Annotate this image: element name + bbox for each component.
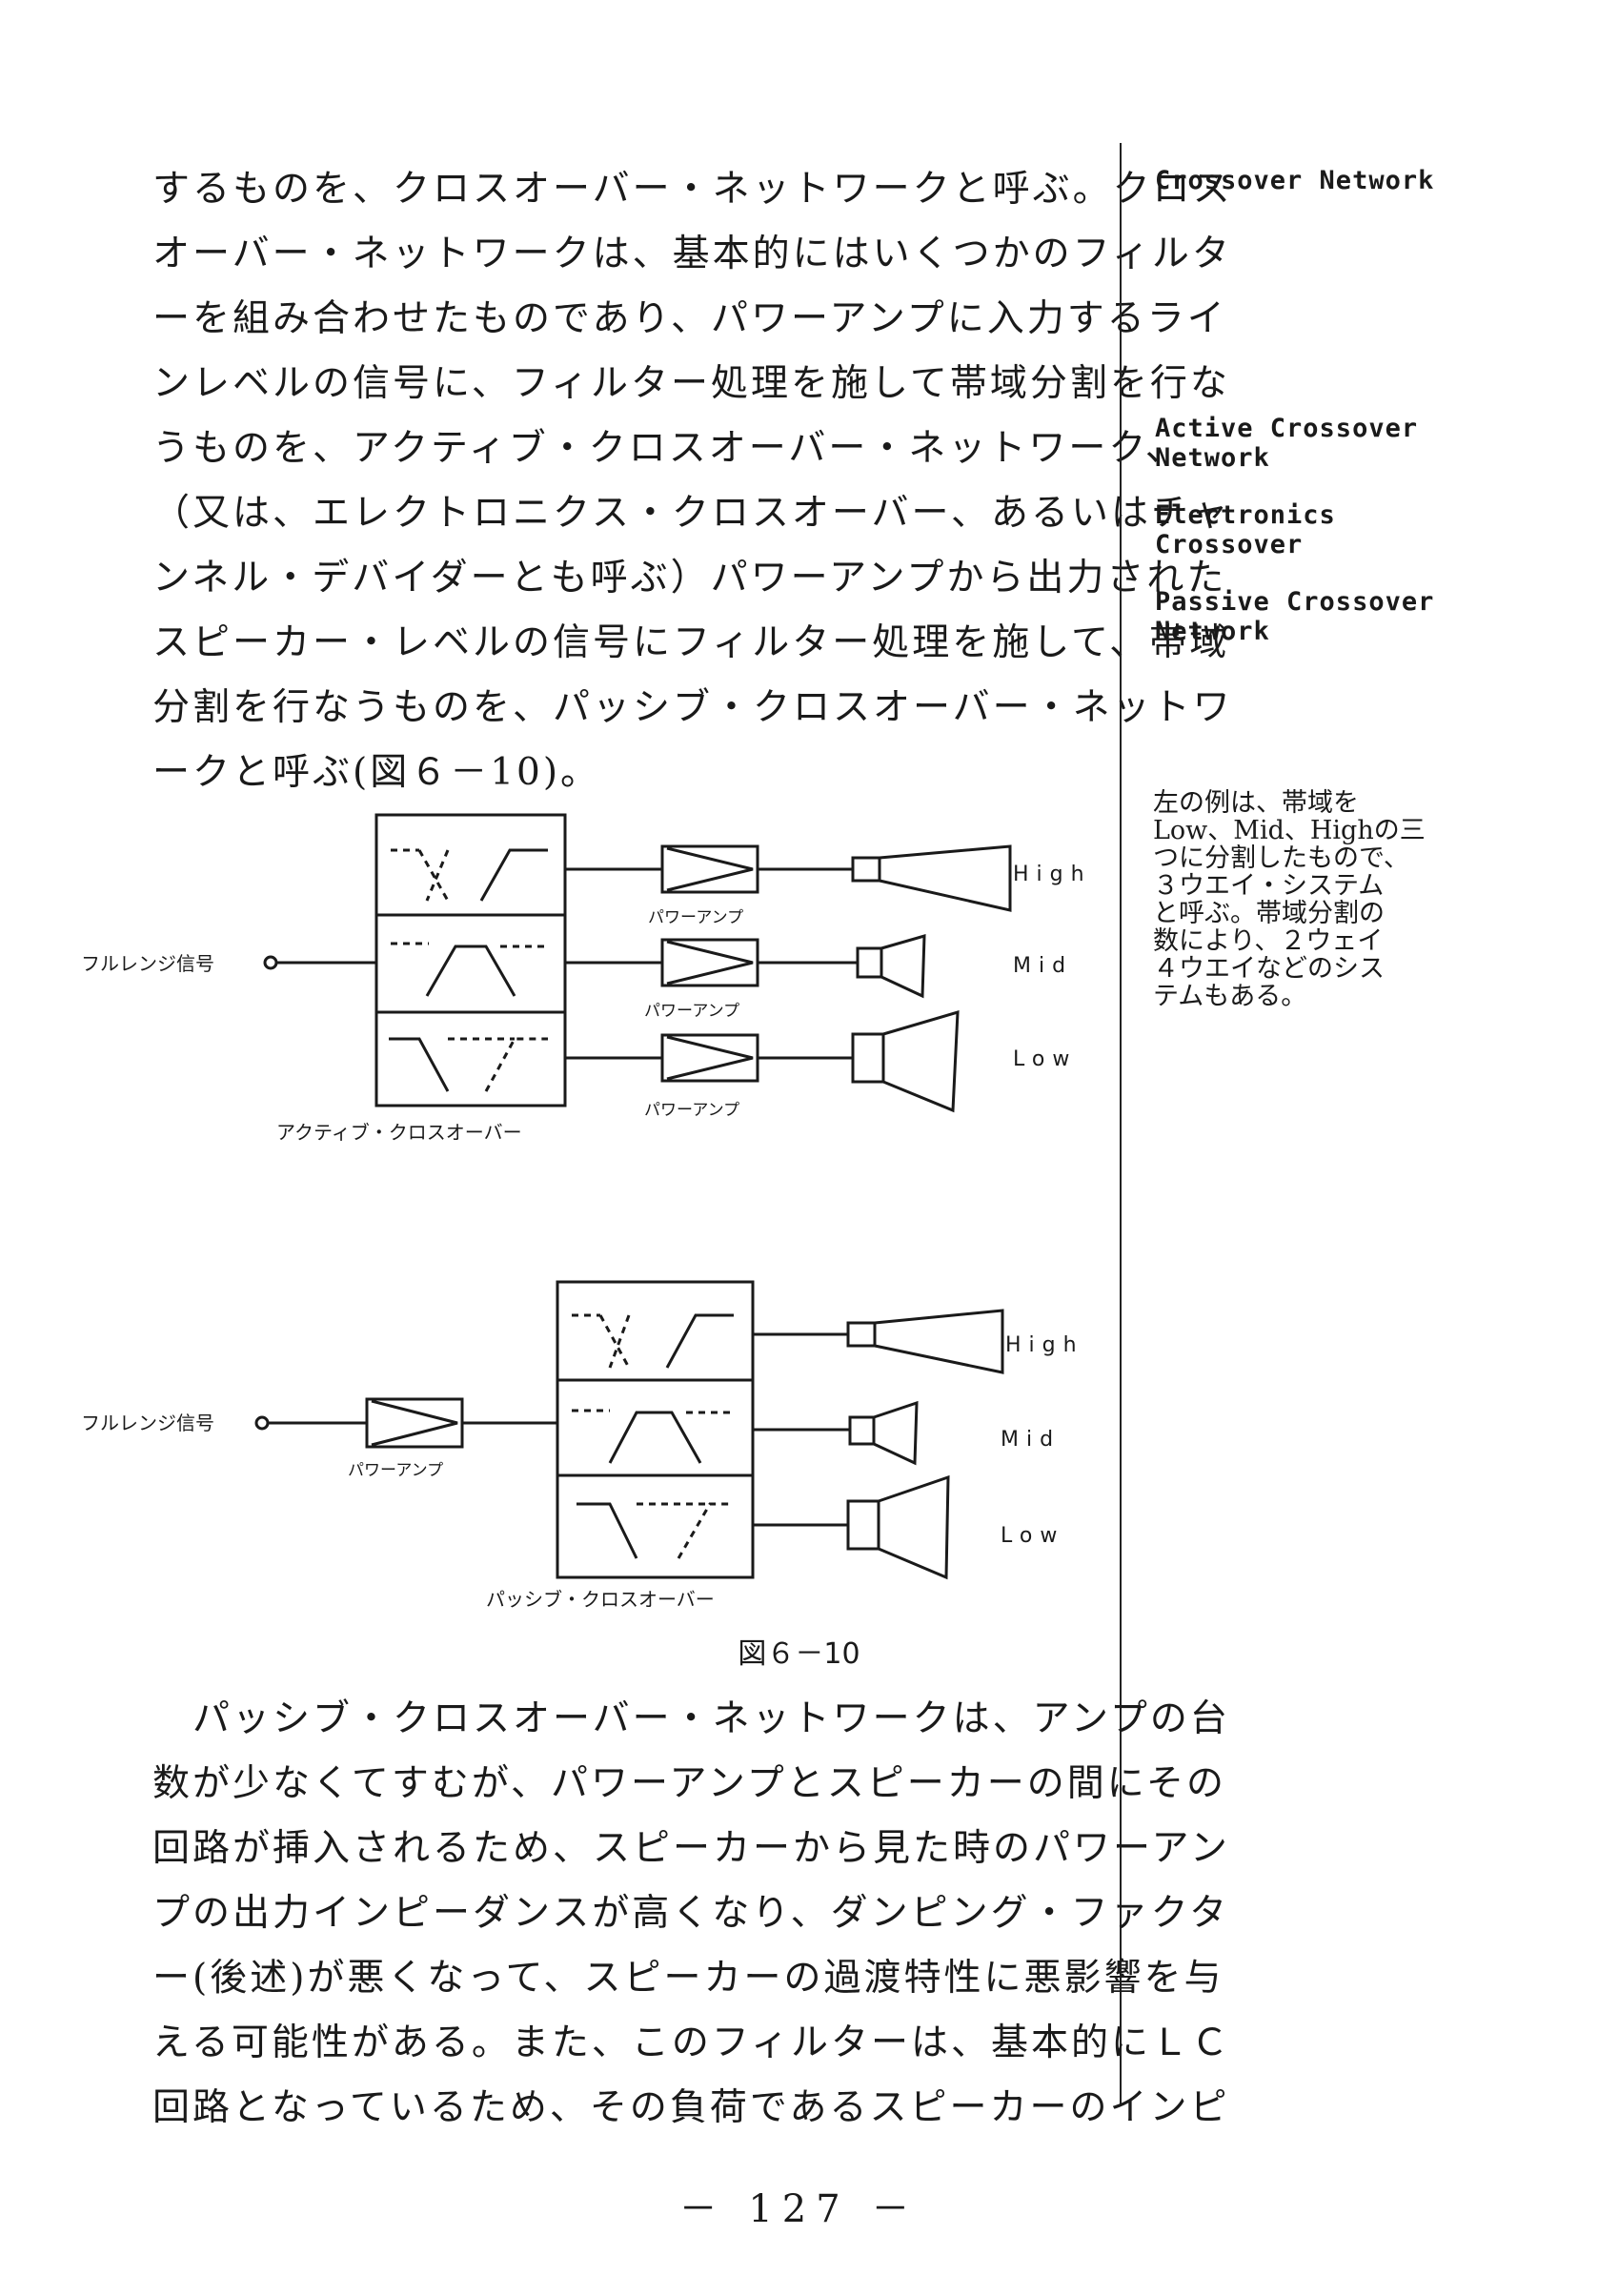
active-crossover-diagram (263, 813, 1012, 1113)
input-label: フルレンジ信号 (81, 1412, 214, 1434)
band-label-mid: Mid (1001, 1428, 1061, 1452)
power-amp (365, 1397, 464, 1449)
page-number: － 127 － (678, 2187, 920, 2231)
paragraph-passive: パッシブ・クロスオーバー・ネットワークは、アンプの台 数が少なくてすむが、パワー… (152, 1687, 1232, 2141)
crossover-figure: フルレンジ信号 パワーアンプ パワーアンプ パワーアンプ アクティブ・クロスオー… (81, 813, 1092, 1611)
band-label-high: High (1005, 1333, 1084, 1357)
midrange-icon (856, 946, 883, 979)
text-line: ー(後述)が悪くなって、スピーカーの過渡特性に悪影響を与 (152, 1957, 1224, 2000)
band-label-mid: Mid (1013, 954, 1073, 978)
tweeter-icon (851, 856, 881, 883)
active-crossover-box (374, 813, 567, 1107)
amp-label: パワーアンプ (648, 908, 743, 927)
midrange-icon (848, 1415, 876, 1446)
text-line: える可能性がある。また、このフィルターは、基本的にＬＣ (152, 2022, 1232, 2064)
passive-crossover-box (556, 1280, 755, 1579)
amp-label: パワーアンプ (644, 1101, 739, 1120)
power-amp (660, 1033, 759, 1083)
figure-caption: 図６－10 (738, 1637, 860, 1671)
band-label-low: Low (1001, 1524, 1064, 1548)
text-line: 回路が挿入されるため、スピーカーから見た時のパワーアン (152, 1827, 1230, 1870)
amp-label: パワーアンプ (348, 1461, 443, 1480)
text-line: 回路となっているため、その負荷であるスピーカーのインピ (152, 2086, 1230, 2129)
woofer-icon (851, 1032, 885, 1084)
passive-crossover-label: パッシブ・クロスオーバー (486, 1588, 715, 1611)
input-terminal (254, 1415, 270, 1431)
band-label-high: High (1013, 863, 1092, 886)
active-crossover-label: アクティブ・クロスオーバー (276, 1121, 522, 1144)
text-line: パッシブ・クロスオーバー・ネットワークは、アンプの台 (152, 1697, 1230, 1740)
amp-label: パワーアンプ (644, 1002, 739, 1021)
power-amp (660, 938, 759, 987)
text-line: 数が少なくてすむが、パワーアンプとスピーカーの間にその (152, 1762, 1226, 1805)
woofer-icon (846, 1499, 880, 1551)
passive-crossover-diagram (254, 1280, 1004, 1580)
band-label-low: Low (1013, 1047, 1077, 1071)
input-label: フルレンジ信号 (81, 952, 214, 975)
power-amp (660, 844, 759, 894)
input-terminal (263, 955, 278, 970)
tweeter-icon (846, 1321, 877, 1348)
text-line: プの出力インピーダンスが高くなり、ダンピング・ファクタ (152, 1892, 1230, 1935)
